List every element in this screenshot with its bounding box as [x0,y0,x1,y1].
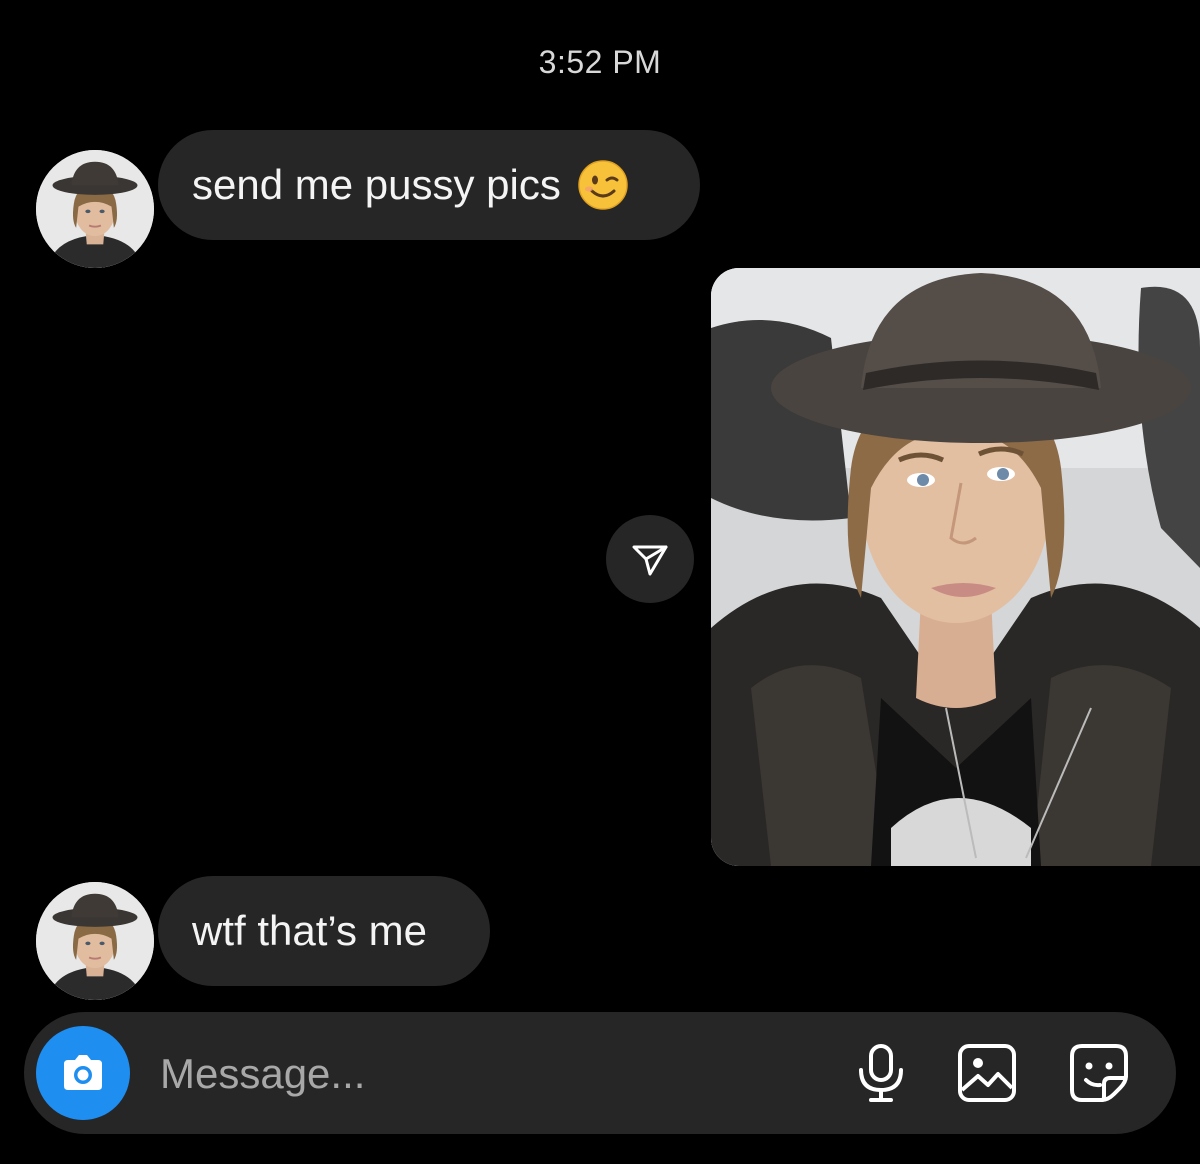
message-timestamp: 3:52 PM [538,44,662,80]
winking-face-icon [577,159,629,211]
camera-icon [64,1055,102,1090]
incoming-message-bubble[interactable]: send me pussy pics [158,130,700,240]
sticker-button[interactable] [1068,1042,1130,1104]
gallery-icon [958,1044,1016,1102]
incoming-message-bubble[interactable]: wtf that’s me [158,876,490,986]
camera-button[interactable] [36,1026,130,1120]
message-text: send me pussy pics [192,161,561,208]
message-input[interactable] [158,1038,722,1110]
sticker-icon [1070,1044,1128,1102]
voice-message-button[interactable] [850,1042,912,1104]
message-text: wtf that’s me [192,907,427,954]
sender-avatar[interactable] [36,882,154,1000]
message-composer [24,1012,1176,1134]
shared-photo[interactable] [711,268,1200,866]
microphone-icon [859,1044,903,1102]
send-icon [632,545,668,576]
gallery-button[interactable] [956,1042,1018,1104]
share-button[interactable] [606,515,694,603]
sender-avatar[interactable] [36,150,154,268]
